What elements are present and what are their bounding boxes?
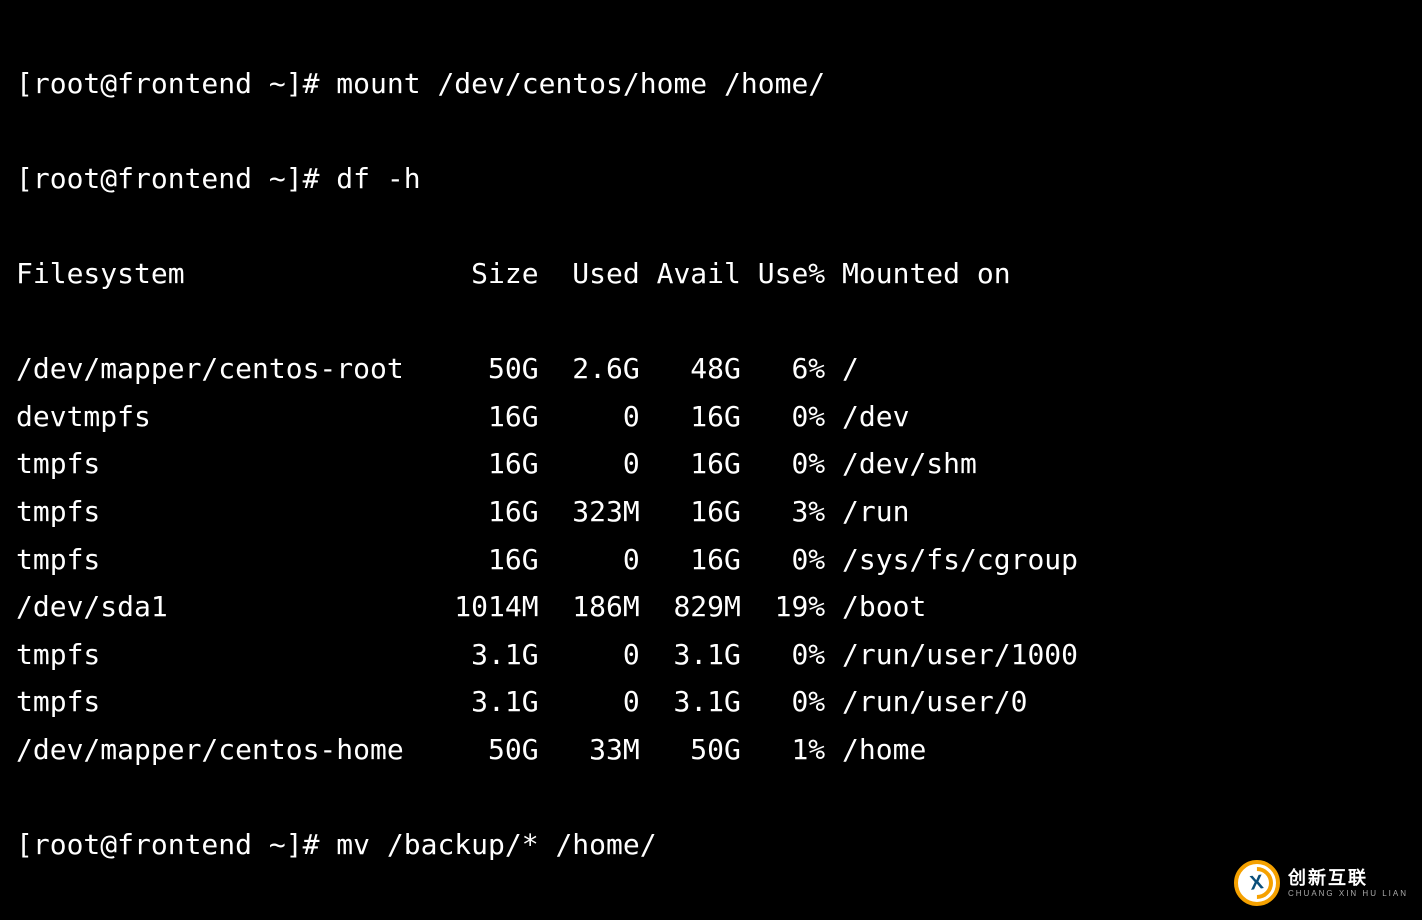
df-row: /dev/mapper/centos-root 50G 2.6G 48G 6% … xyxy=(16,345,1406,393)
df-row: /dev/mapper/centos-home 50G 33M 50G 1% /… xyxy=(16,726,1406,774)
cmd-line-df: [root@frontend ~]# df -h xyxy=(16,155,1406,203)
df-row: /dev/sda1 1014M 186M 829M 19% /boot xyxy=(16,583,1406,631)
watermark-brand-cn: 创新互联 xyxy=(1288,869,1408,887)
command-df: df -h xyxy=(336,162,420,195)
cmd-line-mv: [root@frontend ~]# mv /backup/* /home/ xyxy=(16,821,1406,869)
df-row: tmpfs 16G 323M 16G 3% /run xyxy=(16,488,1406,536)
command-mount: mount /dev/centos/home /home/ xyxy=(336,67,825,100)
df-row: tmpfs 16G 0 16G 0% /sys/fs/cgroup xyxy=(16,536,1406,584)
df-row: devtmpfs 16G 0 16G 0% /dev xyxy=(16,393,1406,441)
logo-icon: X xyxy=(1234,860,1280,906)
df-row: tmpfs 3.1G 0 3.1G 0% /run/user/1000 xyxy=(16,631,1406,679)
cmd-line-empty: [root@frontend ~]# xyxy=(16,916,1406,920)
terminal-output[interactable]: [root@frontend ~]# mount /dev/centos/hom… xyxy=(0,0,1422,920)
df-row: tmpfs 3.1G 0 3.1G 0% /run/user/0 xyxy=(16,678,1406,726)
df-row: tmpfs 16G 0 16G 0% /dev/shm xyxy=(16,440,1406,488)
cmd-line-mount: [root@frontend ~]# mount /dev/centos/hom… xyxy=(16,60,1406,108)
watermark-text: 创新互联 CHUANG XIN HU LIAN xyxy=(1288,869,1408,898)
prompt: [root@frontend ~]# xyxy=(16,67,336,100)
prompt: [root@frontend ~]# xyxy=(16,162,336,195)
df-header: Filesystem Size Used Avail Use% Mounted … xyxy=(16,250,1406,298)
command-mv: mv /backup/* /home/ xyxy=(336,828,656,861)
watermark: X 创新互联 CHUANG XIN HU LIAN xyxy=(1234,860,1408,906)
watermark-brand-en: CHUANG XIN HU LIAN xyxy=(1288,890,1408,898)
prompt: [root@frontend ~]# xyxy=(16,828,336,861)
